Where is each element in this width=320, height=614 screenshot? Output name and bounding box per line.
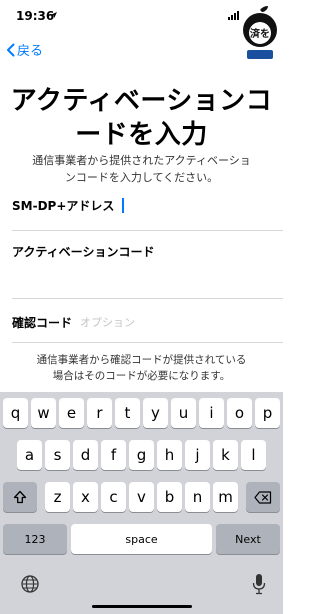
sm-dp-address-field[interactable]: SM-DP+アドレス bbox=[0, 186, 283, 224]
numbers-key[interactable]: 123 bbox=[3, 524, 67, 554]
separator bbox=[12, 230, 283, 231]
key-a[interactable]: a bbox=[17, 440, 42, 470]
keyboard-row-3: z x c v b n m bbox=[0, 482, 283, 512]
key-g[interactable]: g bbox=[129, 440, 154, 470]
subtitle-line-2: ンコードを入力してください。 bbox=[64, 171, 219, 184]
chevron-left-icon bbox=[7, 43, 15, 56]
note-line-1: 通信事業者から確認コードが提供されている bbox=[36, 354, 247, 366]
note-line-2: 場合はそのコードが必要になります。 bbox=[52, 370, 231, 382]
keyboard: q w e r t y u i o p a s d f g h j k l z … bbox=[0, 392, 283, 614]
key-p[interactable]: p bbox=[255, 398, 280, 428]
title-line-2: ードを入力 bbox=[75, 120, 208, 150]
page-title: アクティベーションコ ードを入力 bbox=[0, 84, 283, 152]
key-r[interactable]: r bbox=[87, 398, 112, 428]
key-i[interactable]: i bbox=[199, 398, 224, 428]
key-w[interactable]: w bbox=[31, 398, 56, 428]
key-t[interactable]: t bbox=[115, 398, 140, 428]
back-button[interactable]: 戻る bbox=[6, 40, 43, 59]
location-arrow-icon bbox=[51, 12, 57, 18]
back-label: 戻る bbox=[17, 44, 44, 59]
shift-key[interactable] bbox=[3, 482, 37, 512]
separator bbox=[12, 298, 283, 299]
next-key[interactable]: Next bbox=[216, 524, 280, 554]
delete-icon bbox=[254, 490, 272, 504]
key-f[interactable]: f bbox=[101, 440, 126, 470]
separator bbox=[12, 342, 283, 343]
watermark-text: 済を bbox=[250, 27, 270, 40]
key-z[interactable]: z bbox=[45, 482, 70, 512]
key-d[interactable]: d bbox=[73, 440, 98, 470]
confirmation-code-note: 通信事業者から確認コードが提供されている 場合はそのコードが必要になります。 bbox=[0, 352, 283, 384]
key-y[interactable]: y bbox=[143, 398, 168, 428]
key-k[interactable]: k bbox=[213, 440, 238, 470]
activation-code-field[interactable]: アクティベーションコード bbox=[0, 232, 283, 270]
keyboard-row-2: a s d f g h j k l bbox=[0, 440, 283, 470]
key-v[interactable]: v bbox=[129, 482, 154, 512]
key-j[interactable]: j bbox=[185, 440, 210, 470]
key-e[interactable]: e bbox=[59, 398, 84, 428]
key-u[interactable]: u bbox=[171, 398, 196, 428]
key-s[interactable]: s bbox=[45, 440, 70, 470]
space-key[interactable]: space bbox=[71, 524, 212, 554]
key-l[interactable]: l bbox=[241, 440, 266, 470]
key-x[interactable]: x bbox=[73, 482, 98, 512]
subtitle-line-1: 通信事業者から提供されたアクティベーショ bbox=[32, 154, 251, 167]
shift-icon bbox=[13, 490, 27, 504]
delete-key[interactable] bbox=[246, 482, 280, 512]
status-time: 19:36 bbox=[16, 9, 55, 23]
confirmation-code-field[interactable]: 確認コード オプション bbox=[0, 303, 283, 341]
text-cursor bbox=[122, 197, 125, 213]
key-c[interactable]: c bbox=[101, 482, 126, 512]
keyboard-row-1: q w e r t y u i o p bbox=[0, 398, 283, 428]
keyboard-row-4: 123 space Next bbox=[0, 524, 283, 554]
page-subtitle: 通信事業者から提供されたアクティベーショ ンコードを入力してください。 bbox=[0, 152, 283, 186]
status-indicators bbox=[228, 11, 239, 20]
key-o[interactable]: o bbox=[227, 398, 252, 428]
key-h[interactable]: h bbox=[157, 440, 182, 470]
sm-dp-address-label: SM-DP+アドレス bbox=[12, 198, 115, 213]
watermark-logo: 済を bbox=[243, 6, 277, 59]
activation-code-label: アクティベーションコード bbox=[12, 244, 155, 259]
key-m[interactable]: m bbox=[213, 482, 238, 512]
key-b[interactable]: b bbox=[157, 482, 182, 512]
home-indicator bbox=[92, 605, 192, 608]
globe-icon[interactable] bbox=[20, 574, 40, 594]
confirmation-code-placeholder: オプション bbox=[80, 316, 136, 329]
microphone-icon[interactable] bbox=[252, 573, 266, 595]
confirmation-code-label: 確認コード bbox=[12, 315, 73, 330]
title-line-1: アクティベーションコ bbox=[10, 86, 273, 116]
key-q[interactable]: q bbox=[3, 398, 28, 428]
key-n[interactable]: n bbox=[185, 482, 210, 512]
signal-bars-icon bbox=[228, 11, 239, 20]
